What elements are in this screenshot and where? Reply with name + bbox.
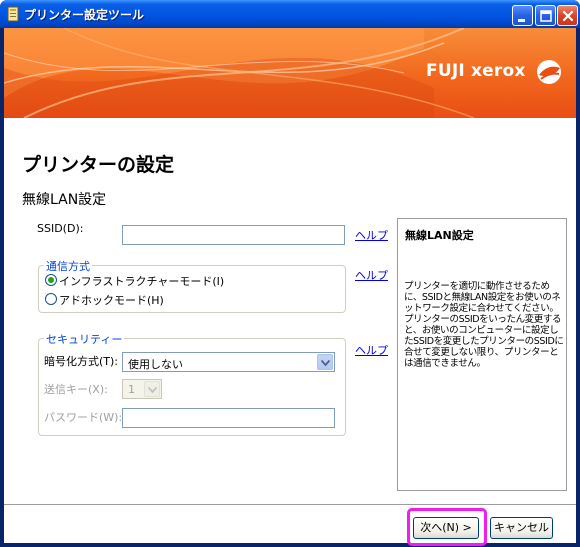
tx-key-select[interactable]: 1 <box>122 379 162 399</box>
security-legend: セキュリティー <box>44 331 125 347</box>
close-icon[interactable] <box>557 5 578 26</box>
info-panel: 無線LAN設定 プリンターを適切に動作させるために、SSIDと無線LAN設定をお… <box>397 218 567 491</box>
xerox-sphere-icon <box>536 59 562 85</box>
tx-key-select-value: 1 <box>128 383 135 396</box>
cancel-button[interactable]: キャンセル <box>490 517 553 539</box>
comm-mode-legend: 通信方式 <box>44 258 92 274</box>
ssid-label: SSID(D): <box>37 222 84 235</box>
ssid-help-link[interactable]: ヘルプ <box>355 227 388 243</box>
adhoc-radio-label[interactable]: アドホックモード(H) <box>59 292 164 308</box>
minimize-icon[interactable] <box>512 5 533 26</box>
chevron-down-icon[interactable] <box>144 381 160 397</box>
footer-divider <box>4 504 576 505</box>
infrastructure-radio[interactable] <box>45 274 57 286</box>
window-title: プリンター設定ツール <box>24 8 145 22</box>
brand-logo-text: FUJI xerox <box>426 61 526 81</box>
security-help-link[interactable]: ヘルプ <box>355 342 388 358</box>
page-subtitle: 無線LAN設定 <box>22 192 107 208</box>
info-panel-text: プリンターを適切に動作させるために、SSIDと無線LAN設定をお使いのネットワー… <box>404 281 564 369</box>
infrastructure-radio-label[interactable]: インフラストラクチャーモード(I) <box>59 273 224 289</box>
header-banner: FUJI xerox <box>4 28 576 118</box>
password-input[interactable] <box>122 408 335 428</box>
comm-mode-help-link[interactable]: ヘルプ <box>355 267 388 283</box>
next-button[interactable]: 次へ(N) > <box>413 517 479 539</box>
ssid-input[interactable] <box>122 225 345 245</box>
title-bar[interactable]: プリンター設定ツール <box>0 0 580 28</box>
tx-key-label: 送信キー(X): <box>44 383 108 396</box>
encryption-label: 暗号化方式(T): <box>44 355 119 368</box>
password-label: パスワード(W): <box>44 411 123 424</box>
application-window: プリンター設定ツール FUJI xerox プリンターの設定 無線LAN設定 S… <box>0 0 580 547</box>
maximize-icon[interactable] <box>535 5 556 26</box>
chevron-down-icon[interactable] <box>317 354 333 370</box>
encryption-select[interactable]: 使用しない <box>122 352 335 372</box>
printer-tool-icon[interactable] <box>6 6 20 22</box>
adhoc-radio[interactable] <box>45 293 57 305</box>
dialog-body: FUJI xerox プリンターの設定 無線LAN設定 SSID(D): ヘルプ… <box>4 28 576 546</box>
info-panel-title: 無線LAN設定 <box>405 229 474 242</box>
page-title: プリンターの設定 <box>22 154 175 176</box>
encryption-select-value: 使用しない <box>128 358 183 371</box>
